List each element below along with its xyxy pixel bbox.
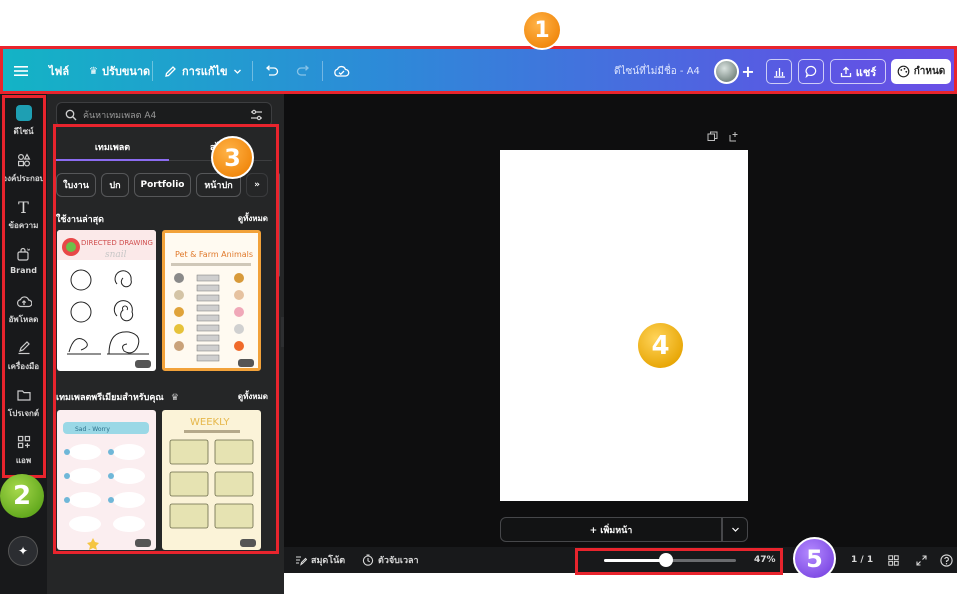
highlight-box-rail (2, 95, 46, 478)
help-button[interactable] (940, 547, 953, 573)
help-icon (940, 553, 953, 567)
filter-sliders-icon[interactable] (250, 109, 263, 121)
badge-number: 2 (12, 481, 32, 511)
sparkle-icon: ✦ (17, 544, 29, 558)
notes-pencil-icon (296, 555, 307, 566)
highlight-box-zoom (575, 548, 783, 575)
highlight-box-panel (53, 124, 279, 554)
page-counter[interactable]: 1 / 1 (851, 547, 873, 573)
timer-button[interactable]: ตัวจับเวลา (362, 547, 419, 573)
add-page-label: + เพิ่มหน้า (589, 525, 633, 536)
timer-icon (362, 554, 374, 566)
badge-number: 4 (651, 330, 670, 361)
annotation-badge-1: 1 (522, 10, 562, 50)
annotation-badge-5: 5 (793, 537, 836, 580)
fullscreen-button[interactable] (916, 547, 927, 573)
search-icon (65, 109, 77, 120)
add-page-options-button[interactable] (722, 517, 748, 542)
badge-number: 5 (806, 544, 823, 573)
canva-editor-screen: ไฟล์ ♛ ปรับขนาด การแก้ไข ดีไซน์ที่ไม่มีช… (0, 0, 957, 594)
page-tools (707, 131, 740, 145)
badge-number: 3 (224, 143, 241, 172)
annotation-badge-3: 3 (211, 136, 254, 179)
chevron-down-icon (731, 527, 739, 532)
annotation-badge-4: 4 (638, 323, 683, 368)
design-artboard[interactable] (500, 150, 748, 501)
expand-icon (916, 554, 927, 566)
add-page-icon[interactable] (729, 131, 740, 142)
add-page-button[interactable]: + เพิ่มหน้า (500, 517, 722, 542)
magic-sparkle-button[interactable]: ✦ (8, 536, 38, 566)
annotation-badge-2: 2 (0, 474, 44, 518)
timer-label: ตัวจับเวลา (378, 556, 419, 566)
page-counter-label: 1 / 1 (851, 555, 874, 565)
search-placeholder: ค้นหาเทมเพลต A4 (83, 110, 157, 121)
highlight-box-toolbar (0, 46, 957, 94)
notes-button[interactable]: สมุดโน้ต (295, 547, 345, 573)
badge-number: 1 (534, 17, 550, 43)
grid-view-button[interactable] (888, 547, 899, 573)
duplicate-page-icon[interactable] (707, 131, 718, 142)
notes-label: สมุดโน้ต (311, 556, 346, 566)
grid-view-icon (888, 554, 899, 566)
